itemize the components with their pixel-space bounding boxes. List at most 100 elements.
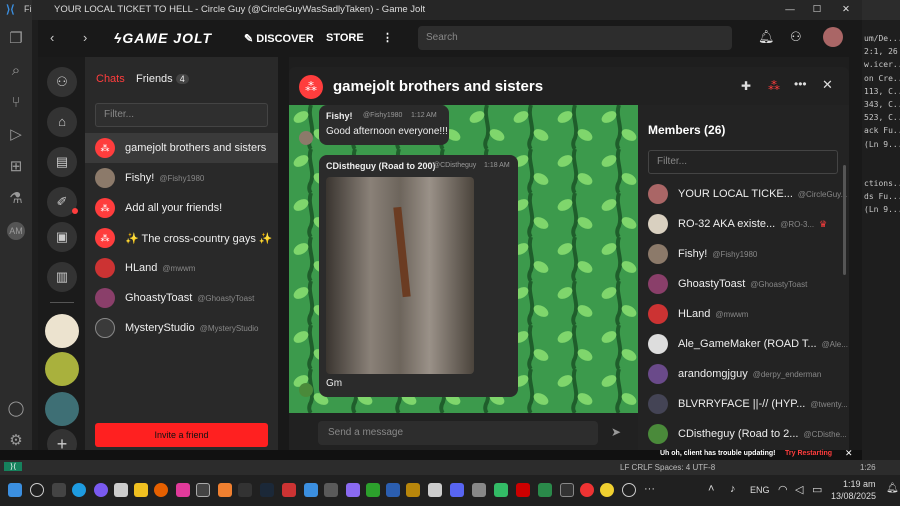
member-row[interactable]: BLVRRYFACE ||-// (HYP... @twenty... <box>648 389 848 419</box>
message-bubble[interactable]: CDistheguy (Road to 200) @CDistheguy 1:1… <box>319 155 518 397</box>
member-row[interactable]: RO-32 AKA existe... @RO-3... ♛ <box>648 209 838 239</box>
member-row[interactable]: GhoastyToast @GhoastyToast <box>648 269 838 299</box>
search-icon[interactable]: ⌕ <box>7 62 25 80</box>
community-avatar[interactable] <box>45 352 79 386</box>
store-icon[interactable]: ⌂ <box>47 107 77 137</box>
app-icon[interactable] <box>600 483 614 497</box>
remote-icon[interactable]: AM <box>7 222 25 240</box>
members-scrollbar[interactable] <box>843 165 846 275</box>
app-icon[interactable] <box>196 483 210 497</box>
member-row[interactable]: Fishy! @Fishy1980 <box>648 239 838 269</box>
close-room-icon[interactable]: ✕ <box>822 77 833 93</box>
notifications-bell-icon[interactable]: 🔔︎ <box>758 29 775 45</box>
app-icon[interactable] <box>538 483 552 497</box>
battery-icon[interactable]: ▭ <box>812 483 822 496</box>
run-debug-icon[interactable]: ▷ <box>7 126 25 144</box>
app-icon[interactable] <box>516 483 530 497</box>
members-icon[interactable]: ⁂ <box>768 79 780 93</box>
status-position[interactable]: 1:26 <box>860 463 876 472</box>
backpack-icon[interactable]: ▣ <box>47 222 77 252</box>
opera-icon[interactable] <box>580 483 594 497</box>
grid-icon[interactable]: ▥ <box>47 262 77 292</box>
source-control-icon[interactable]: ⑂ <box>7 94 25 112</box>
app-icon[interactable] <box>218 483 232 497</box>
message-input[interactable]: Send a message <box>318 421 598 445</box>
chat-item[interactable]: ⁂ gamejolt brothers and sisters <box>85 133 278 163</box>
chat-item[interactable]: HLand @mwwm <box>85 253 278 283</box>
language-indicator[interactable]: ENG <box>750 485 770 495</box>
account-icon[interactable]: ◯ <box>7 400 25 418</box>
close-window-button[interactable]: ✕ <box>836 0 856 20</box>
media-icon[interactable] <box>622 483 636 497</box>
discord-icon[interactable] <box>450 483 464 497</box>
chat-filter-input[interactable]: Filter... <box>95 103 268 127</box>
notification-center-icon[interactable]: 🔔︎ <box>886 483 899 494</box>
feed-icon[interactable]: ⚇ <box>47 67 77 97</box>
more-menu-icon[interactable]: ⋮ <box>382 31 393 44</box>
app-icon[interactable] <box>114 483 128 497</box>
add-member-icon[interactable]: ✚ <box>741 79 751 93</box>
app-icon[interactable] <box>560 483 574 497</box>
community-avatar[interactable] <box>45 392 79 426</box>
forward-arrow-icon[interactable]: › <box>83 30 87 45</box>
maximize-button[interactable]: ☐ <box>807 0 827 20</box>
store-link[interactable]: STORE <box>326 32 364 44</box>
window-scrollbar[interactable] <box>849 57 862 450</box>
app-icon[interactable] <box>238 483 252 497</box>
tray-chevron-icon[interactable]: ˄ <box>708 483 714 495</box>
community-avatar[interactable] <box>45 314 79 348</box>
app-icon[interactable] <box>366 483 380 497</box>
clock-time[interactable]: 1:19 am <box>843 479 876 489</box>
chat-item[interactable]: ⁂ Add all your friends! <box>85 193 278 223</box>
message-bubble[interactable]: Fishy! @Fishy1980 1:12 AM Good afternoon… <box>319 105 449 145</box>
discover-link[interactable]: ✎ DISCOVER <box>244 32 314 45</box>
settings-gear-icon[interactable]: ⚙ <box>7 432 25 450</box>
explorer-icon[interactable]: ❐ <box>7 30 25 48</box>
avatar[interactable] <box>299 131 313 145</box>
chat-item[interactable]: GhoastyToast @GhoastyToast <box>85 283 278 313</box>
minimize-button[interactable]: — <box>780 0 800 20</box>
send-icon[interactable]: ➤ <box>611 425 621 439</box>
wifi-icon[interactable]: ◠ <box>778 483 788 496</box>
room-options-icon[interactable]: ••• <box>794 77 807 91</box>
microphone-icon[interactable]: ♪ <box>730 483 736 495</box>
message-image[interactable] <box>326 177 474 374</box>
file-explorer-icon[interactable] <box>134 483 148 497</box>
app-icon[interactable] <box>94 483 108 497</box>
testing-icon[interactable]: ⚗ <box>7 190 25 208</box>
member-row[interactable]: CDistheguy (Road to 2... @CDisthe... <box>648 419 847 449</box>
chat-item[interactable]: ⁂ ✨ The cross-country gays ✨ <box>85 223 278 253</box>
back-arrow-icon[interactable]: ‹ <box>50 30 54 45</box>
status-encoding[interactable]: LF CRLF Spaces: 4 UTF-8 <box>620 463 715 472</box>
member-row[interactable]: HLand @mwwm <box>648 299 838 329</box>
tab-chats[interactable]: Chats <box>96 73 125 85</box>
app-icon[interactable] <box>346 483 360 497</box>
app-icon[interactable] <box>176 483 190 497</box>
word-icon[interactable] <box>386 483 400 497</box>
chat-item[interactable]: Fishy! @Fishy1980 <box>85 163 278 193</box>
edge-icon[interactable] <box>72 483 86 497</box>
gamejolt-taskbar-icon[interactable] <box>428 483 442 497</box>
start-icon[interactable] <box>8 483 22 497</box>
search-taskbar-icon[interactable] <box>30 483 44 497</box>
task-view-icon[interactable] <box>52 483 66 497</box>
member-row[interactable]: arandomgjguy @derpy_enderman <box>648 359 838 389</box>
library-icon[interactable]: ▤ <box>47 147 77 177</box>
app-icon[interactable] <box>472 483 486 497</box>
members-filter-input[interactable]: Filter... <box>648 150 838 174</box>
volume-icon[interactable]: ◁ <box>795 483 803 496</box>
app-icon[interactable] <box>494 483 508 497</box>
member-row[interactable]: YOUR LOCAL TICKE... @CircleGuy... <box>648 179 847 209</box>
dismiss-icon[interactable]: ✕ <box>845 448 853 459</box>
friends-requests-icon[interactable]: ⚇ <box>790 29 802 45</box>
app-icon[interactable] <box>282 483 296 497</box>
tab-friends[interactable]: Friends 4 <box>136 73 189 85</box>
gamejolt-logo[interactable]: ϟGAME JOLT <box>114 30 212 46</box>
chat-item[interactable]: MysteryStudio @MysteryStudio <box>85 313 278 343</box>
avatar[interactable] <box>299 383 313 397</box>
steam-icon[interactable] <box>260 483 274 497</box>
app-icon[interactable] <box>406 483 420 497</box>
firefox-icon[interactable] <box>154 483 168 497</box>
remote-status-icon[interactable]: ⟩⟨ <box>4 462 23 471</box>
vscode-taskbar-icon[interactable] <box>304 483 318 497</box>
